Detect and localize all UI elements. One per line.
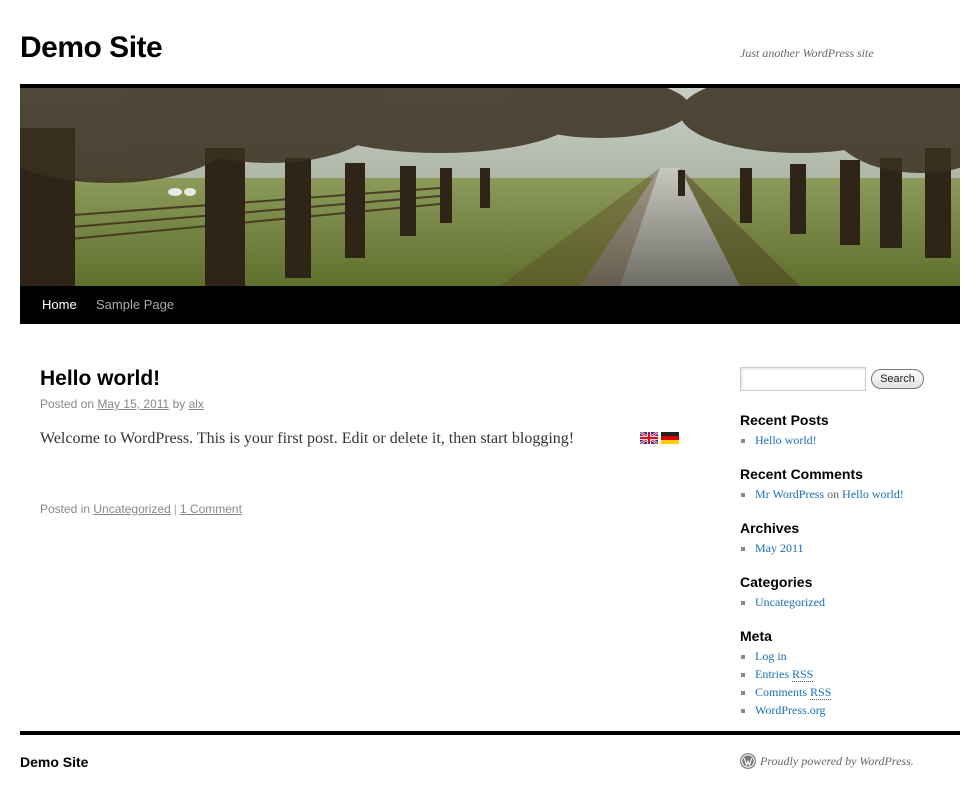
comment-post-link[interactable]: Hello world!	[842, 487, 904, 501]
language-switcher	[640, 432, 679, 444]
post-title[interactable]: Hello world!	[40, 367, 160, 391]
posted-on-label: Posted on	[40, 397, 95, 411]
list-item: Log in	[740, 647, 960, 665]
post-meta: Posted on May 15, 2011 by alx	[40, 397, 204, 411]
comment-author-link[interactable]: Mr WordPress	[755, 487, 824, 501]
widget-title: Archives	[740, 520, 800, 536]
archive-link[interactable]: May 2011	[755, 541, 804, 555]
header-banner-image	[20, 88, 960, 286]
widget-title: Meta	[740, 628, 772, 644]
site-title[interactable]: Demo Site	[20, 30, 163, 66]
widget-recent-comments: Recent Comments Mr WordPress on Hello wo…	[740, 465, 960, 503]
widget-title: Recent Posts	[740, 412, 829, 428]
banner-tree-avenue-image	[20, 88, 960, 286]
list-item: Mr WordPress on Hello world!	[740, 485, 960, 503]
search-button[interactable]: Search	[871, 369, 924, 389]
wordpress-logo-icon	[740, 753, 756, 769]
list-item: Comments RSS	[740, 683, 960, 701]
log-in-link[interactable]: Log in	[755, 649, 787, 663]
comments-link[interactable]: 1 Comment	[180, 502, 242, 516]
list-item: Uncategorized	[740, 593, 960, 611]
recent-post-link[interactable]: Hello world!	[755, 433, 817, 447]
widget-categories: Categories Uncategorized	[740, 573, 960, 611]
search-input[interactable]	[740, 367, 866, 391]
post-date-link[interactable]: May 15, 2011	[97, 397, 169, 411]
entries-label: Entries	[755, 667, 789, 681]
nav-item-sample-page[interactable]: Sample Page	[96, 298, 174, 312]
by-label: by	[172, 397, 186, 411]
category-item-link[interactable]: Uncategorized	[755, 595, 825, 609]
footer-site-title[interactable]: Demo Site	[20, 754, 88, 770]
widget-recent-posts: Recent Posts Hello world!	[740, 411, 960, 449]
list-item: May 2011	[740, 539, 960, 557]
footer-divider	[20, 731, 960, 735]
comments-rss-link[interactable]: Comments RSS	[755, 685, 832, 700]
nav-item-home[interactable]: Home	[42, 298, 77, 312]
comments-label: Comments	[755, 685, 808, 699]
post-content: Welcome to WordPress. This is your first…	[40, 430, 575, 447]
list-item: Entries RSS	[740, 665, 960, 683]
widget-meta: Meta Log in Entries RSS Comments RSS Wor…	[740, 627, 960, 719]
entries-rss-link[interactable]: Entries RSS	[755, 667, 814, 682]
post-footer-meta: Posted in Uncategorized | 1 Comment	[40, 502, 242, 516]
list-item: Hello world!	[740, 431, 960, 449]
widget-title: Recent Comments	[740, 466, 863, 482]
posted-in-label: Posted in	[40, 502, 91, 516]
uk-flag-icon[interactable]	[640, 432, 658, 444]
powered-by-link[interactable]: Proudly powered by WordPress.	[740, 753, 914, 769]
powered-by-text: Proudly powered by WordPress.	[760, 754, 914, 768]
main-navigation: Home Sample Page	[20, 286, 960, 324]
on-label: on	[827, 487, 840, 501]
meta-separator: |	[173, 502, 177, 516]
post-author-link[interactable]: alx	[189, 397, 204, 411]
germany-flag-icon[interactable]	[661, 432, 679, 444]
widget-archives: Archives May 2011	[740, 519, 960, 557]
rss-abbr: RSS	[792, 667, 814, 682]
widget-title: Categories	[740, 574, 813, 590]
category-link[interactable]: Uncategorized	[93, 502, 170, 516]
list-item: WordPress.org	[740, 701, 960, 719]
site-description: Just another WordPress site	[740, 46, 874, 60]
rss-abbr: RSS	[810, 685, 832, 700]
wordpress-org-link[interactable]: WordPress.org	[755, 703, 825, 717]
